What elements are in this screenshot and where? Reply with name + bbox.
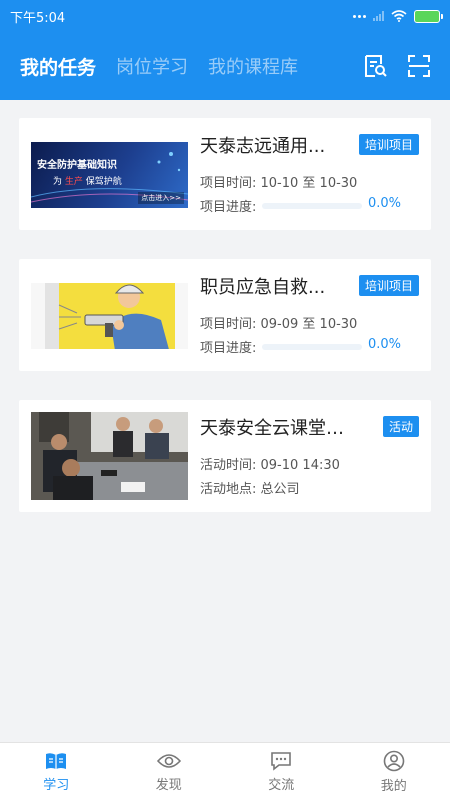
nav-label: 交流 [268,777,295,793]
progress-percent: 0.0% [367,196,401,211]
task-title: 天泰志远通用... [200,136,326,157]
type-badge: 培训项目 [358,134,419,155]
progress-label: 项目进度: [200,341,257,356]
progress-label: 项目进度: [200,200,257,215]
cover-title: 安全防护基础知识 [37,160,117,171]
type-badge: 培训项目 [358,275,419,296]
tab-post-learning[interactable]: 岗位学习 [116,53,188,79]
nav-label: 学习 [43,777,70,793]
battery-icon [414,9,443,23]
project-time: 项目时间: 10-10 至 10-30 [200,176,358,191]
nav-mine[interactable]: 我的 [338,743,450,800]
progress-percent: 0.0% [367,337,401,352]
more-dots-icon [353,14,366,18]
eye-icon [156,753,181,768]
signal-icon [373,11,384,21]
progress-bar [262,202,363,209]
tab-course-library[interactable]: 我的课程库 [208,53,298,79]
scan-icon[interactable] [404,51,434,81]
nav-learn[interactable]: 学习 [0,743,113,800]
nav-label: 我的 [380,778,407,794]
nav-exchange[interactable]: 交流 [225,743,338,800]
task-card[interactable]: 安全防护基础知识 为 生产 保驾护航 点击进入>> 天泰志远通用... 培训项目… [19,118,431,230]
activity-photo [31,412,188,500]
nav-discover[interactable]: 发现 [113,743,226,800]
user-icon [383,750,405,771]
wifi-icon [391,10,407,22]
activity-time: 活动时间: 09-10 14:30 [200,458,340,473]
top-nav: 我的任务 岗位学习 我的课程库 [0,32,450,100]
type-badge: 活动 [382,416,419,437]
status-bar: 下午5:04 [0,0,450,32]
activity-title: 天泰安全云课堂图... [200,418,360,439]
status-time: 下午5:04 [10,10,66,26]
activity-location: 活动地点: 总公司 [200,482,300,497]
cover-enter-link: 点击进入>> [138,192,184,204]
progress-row: 项目进度: [200,196,363,215]
nav-label: 发现 [155,777,182,793]
header: 下午5:04 我的任务 岗位学习 我的课程库 [0,0,450,100]
course-cover-image [31,283,188,349]
progress-bar [262,343,363,350]
chat-icon [271,751,292,771]
project-time: 项目时间: 09-09 至 10-30 [200,317,358,332]
bottom-nav: 学习 发现 交流 我的 [0,742,450,800]
progress-row: 项目进度: [200,337,363,356]
tab-my-tasks[interactable]: 我的任务 [20,53,96,80]
course-cover-image: 安全防护基础知识 为 生产 保驾护航 点击进入>> [31,142,188,208]
cover-subtitle: 为 生产 保驾护航 [53,177,122,187]
task-title: 职员应急自救... [200,277,326,298]
task-card[interactable]: 职员应急自救... 培训项目 项目时间: 09-09 至 10-30 项目进度:… [19,259,431,371]
search-doc-icon[interactable] [360,51,390,81]
task-card[interactable]: 天泰安全云课堂图... 活动 活动时间: 09-10 14:30 活动地点: 总… [19,400,431,512]
book-icon [46,752,67,769]
